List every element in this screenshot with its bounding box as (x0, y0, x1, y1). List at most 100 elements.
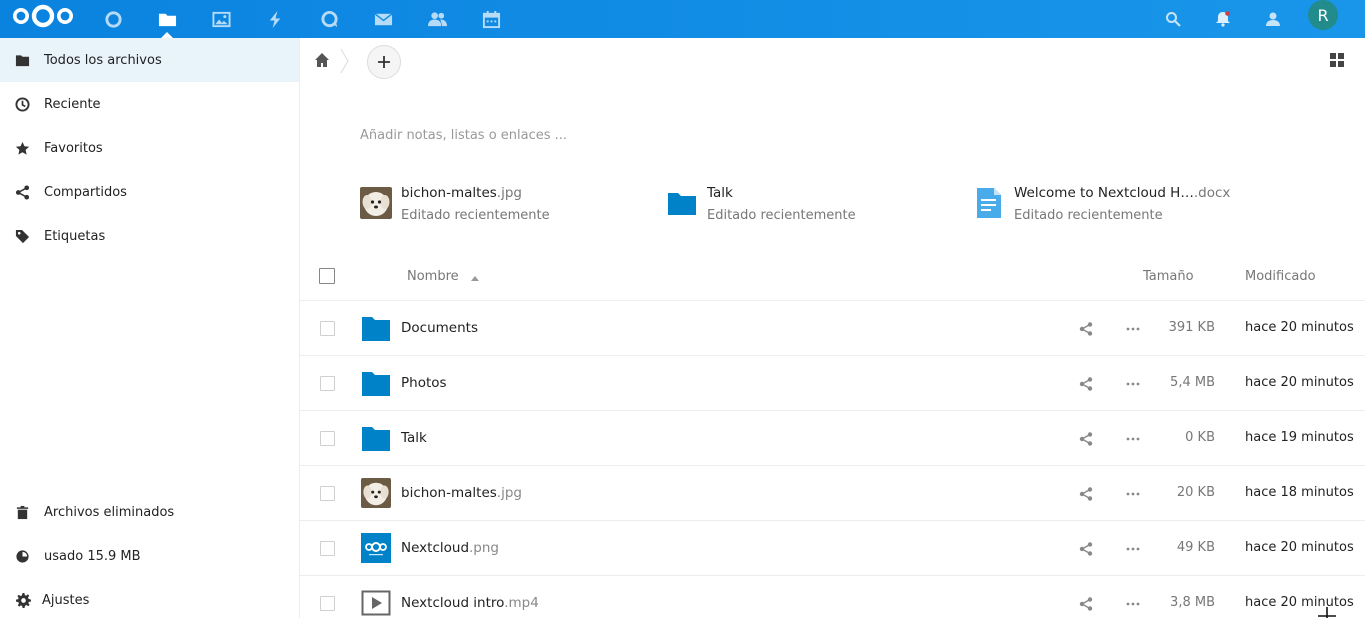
app-contacts[interactable] (415, 0, 459, 38)
recent-file-status: Editado recientemente (707, 208, 856, 223)
file-name[interactable]: Talk (401, 430, 427, 446)
talk-icon (320, 10, 338, 27)
tag-icon (14, 228, 30, 244)
sidebar-item-label: Todos los archivos (44, 52, 162, 68)
nextcloud-logo-icon[interactable] (12, 3, 74, 29)
row-checkbox[interactable] (320, 486, 335, 501)
notifications-button[interactable] (1204, 0, 1242, 38)
mouse-cursor-icon (1318, 607, 1336, 618)
recent-file[interactable]: bichon-maltes.jpg Editado recientemente (360, 183, 620, 231)
sidebar-item-settings[interactable]: Ajustes (0, 578, 299, 618)
notes-input[interactable]: Añadir notas, listas o enlaces ... (360, 128, 567, 143)
app-mail[interactable] (361, 0, 405, 38)
contacts-icon (427, 11, 447, 26)
app-dashboard[interactable] (91, 0, 135, 38)
share-icon[interactable] (1078, 486, 1094, 502)
file-name[interactable]: bichon-maltes.jpg (401, 485, 522, 501)
app-activity[interactable] (253, 0, 297, 38)
contacts-menu-button[interactable] (1254, 0, 1292, 38)
file-size: 5,4 MB (1170, 375, 1215, 390)
more-options-icon[interactable] (1125, 431, 1141, 447)
sidebar-item-favorites[interactable]: Favoritos (0, 126, 299, 170)
more-options-icon[interactable] (1125, 321, 1141, 337)
recent-file[interactable]: Welcome to Nextcloud H….docx Editado rec… (973, 183, 1243, 231)
row-checkbox[interactable] (320, 541, 335, 556)
calendar-icon (482, 10, 500, 28)
select-all-checkbox[interactable] (319, 268, 335, 284)
file-modified: hace 20 minutos (1245, 540, 1354, 555)
sidebar-item-label: Ajustes (42, 592, 90, 608)
file-modified: hace 19 minutos (1245, 430, 1354, 445)
file-name[interactable]: Nextcloud.png (401, 540, 499, 556)
file-name[interactable]: Nextcloud intro.mp4 (401, 595, 539, 611)
file-name[interactable]: Photos (401, 375, 447, 391)
sidebar-item-label: Reciente (44, 96, 101, 112)
row-checkbox[interactable] (320, 376, 335, 391)
file-modified: hace 18 minutos (1245, 485, 1354, 500)
app-files[interactable] (145, 0, 189, 38)
sidebar-item-shared[interactable]: Compartidos (0, 170, 299, 214)
folder-icon (361, 368, 391, 398)
table-row[interactable]: Photos 5,4 MB hace 20 minutos (300, 356, 1365, 411)
sidebar-item-deleted-files[interactable]: Archivos eliminados (0, 490, 299, 534)
sidebar-item-tags[interactable]: Etiquetas (0, 214, 299, 258)
table-row[interactable]: Nextcloud intro.mp4 3,8 MB hace 20 minut… (300, 576, 1365, 618)
nextcloud-logo-thumbnail (361, 533, 391, 563)
file-name[interactable]: Documents (401, 320, 478, 336)
sidebar-quota: usado 15.9 MB (0, 534, 299, 578)
sort-ascending-icon (471, 276, 479, 281)
folder-icon (158, 13, 176, 26)
dashboard-icon (104, 10, 122, 28)
document-icon (973, 187, 1005, 219)
share-icon[interactable] (1078, 596, 1094, 612)
table-row[interactable]: bichon-maltes.jpg 20 KB hace 18 minutos (300, 466, 1365, 521)
file-modified: hace 20 minutos (1245, 375, 1354, 390)
sidebar-item-all-files[interactable]: Todos los archivos (0, 38, 299, 82)
plus-icon (378, 56, 390, 68)
file-size: 0 KB (1185, 430, 1215, 445)
dog-photo-thumbnail (361, 478, 391, 508)
more-options-icon[interactable] (1125, 486, 1141, 502)
top-bar: R (0, 0, 1365, 38)
home-icon[interactable] (314, 52, 330, 68)
app-photos[interactable] (199, 0, 243, 38)
share-icon[interactable] (1078, 376, 1094, 392)
share-icon[interactable] (1078, 541, 1094, 557)
recent-file-name: Talk (707, 185, 733, 201)
star-icon (14, 140, 30, 156)
share-icon[interactable] (1078, 321, 1094, 337)
lightning-icon (269, 10, 280, 28)
folder-icon (361, 313, 391, 343)
grid-view-toggle[interactable] (1330, 53, 1344, 67)
table-row[interactable]: Nextcloud.png 49 KB hace 20 minutos (300, 521, 1365, 576)
row-checkbox[interactable] (320, 431, 335, 446)
more-options-icon[interactable] (1125, 596, 1141, 612)
more-options-icon[interactable] (1125, 541, 1141, 557)
sidebar-item-label: Etiquetas (44, 228, 106, 244)
row-checkbox[interactable] (320, 596, 335, 611)
user-avatar[interactable]: R (1308, 0, 1338, 30)
table-row[interactable]: Talk 0 KB hace 19 minutos (300, 411, 1365, 466)
recent-file-name: bichon-maltes.jpg (401, 185, 522, 201)
file-size: 391 KB (1168, 320, 1215, 335)
column-name-header[interactable]: Nombre (407, 269, 459, 284)
clock-icon (14, 96, 30, 112)
recent-file[interactable]: Talk Editado recientemente (666, 183, 926, 231)
new-file-button[interactable] (367, 45, 401, 79)
app-calendar[interactable] (469, 0, 513, 38)
column-size-header[interactable]: Tamaño (1143, 269, 1194, 284)
sidebar-item-recent[interactable]: Reciente (0, 82, 299, 126)
more-options-icon[interactable] (1125, 376, 1141, 392)
table-row[interactable]: Documents 391 KB hace 20 minutos (300, 301, 1365, 356)
pie-chart-icon (14, 548, 30, 564)
breadcrumb (300, 38, 1365, 84)
mail-icon (374, 12, 392, 25)
search-button[interactable] (1154, 0, 1192, 38)
row-checkbox[interactable] (320, 321, 335, 336)
share-icon[interactable] (1078, 431, 1094, 447)
file-modified: hace 20 minutos (1245, 595, 1354, 610)
user-icon (1266, 12, 1280, 26)
breadcrumb-separator-icon (340, 48, 350, 74)
app-talk[interactable] (307, 0, 351, 38)
column-modified-header[interactable]: Modificado (1245, 269, 1316, 284)
